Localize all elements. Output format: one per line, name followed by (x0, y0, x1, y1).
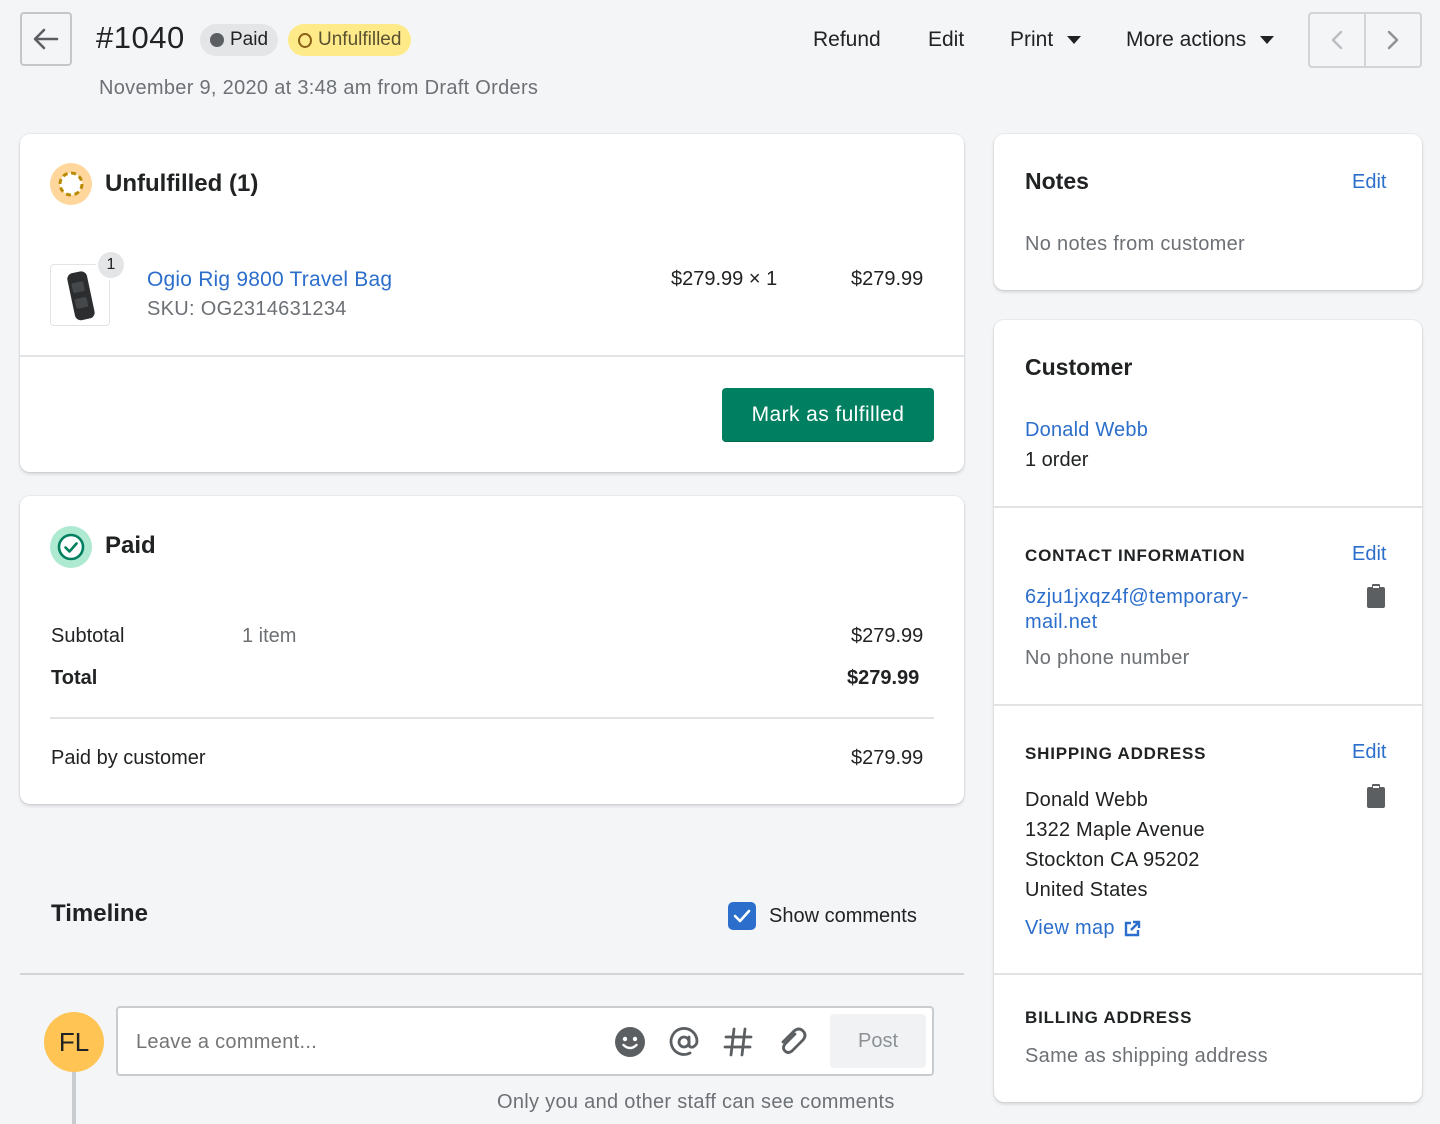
more-actions-label: More actions (1126, 28, 1247, 51)
timeline-line (72, 1070, 76, 1124)
payment-title: Paid (105, 532, 156, 559)
divider (20, 973, 964, 975)
staff-comment-note: Only you and other staff can see comment… (497, 1091, 895, 1113)
badge-label: Unfulfilled (318, 29, 402, 50)
divider (994, 973, 1422, 975)
customer-name-link[interactable]: Donald Webb (1025, 419, 1148, 442)
unit-price: $279.99 × 1 (671, 268, 778, 290)
quantity-badge: 1 (96, 250, 126, 280)
caret-down-icon (1067, 36, 1082, 44)
subtotal-label: Subtotal (51, 625, 125, 647)
chevron-left-icon (1331, 30, 1343, 50)
mention-icon[interactable] (668, 1026, 700, 1058)
edit-order-button[interactable]: Edit (928, 28, 964, 52)
travel-bag-icon (67, 271, 95, 321)
badge-label: Paid (230, 29, 269, 50)
notes-title: Notes (1025, 168, 1089, 194)
product-link[interactable]: Ogio Rig 9800 Travel Bag (147, 268, 392, 292)
filled-circle-icon (210, 33, 224, 47)
external-link-icon (1124, 920, 1141, 936)
avatar: FL (44, 1012, 104, 1072)
mark-as-fulfilled-button[interactable]: Mark as fulfilled (722, 388, 934, 442)
print-button[interactable]: Print (1010, 28, 1082, 52)
customer-title: Customer (1025, 354, 1133, 380)
print-label: Print (1010, 28, 1054, 51)
customer-email-link[interactable]: 6zju1jxqz4f@temporary- mail.net (1025, 585, 1249, 635)
next-order-button[interactable] (1366, 14, 1420, 66)
paid-by-label: Paid by customer (51, 747, 206, 769)
divider (20, 355, 964, 357)
shipping-address: Donald Webb 1322 Maple Avenue Stockton C… (1025, 785, 1205, 905)
paperclip-icon[interactable] (776, 1026, 808, 1058)
caret-down-icon (1260, 36, 1275, 44)
post-button[interactable]: Post (830, 1014, 926, 1068)
line-total: $279.99 (851, 268, 924, 290)
checkmark-icon (733, 909, 751, 923)
timeline-title: Timeline (51, 900, 148, 927)
email-line: 6zju1jxqz4f@temporary- (1025, 586, 1249, 608)
address-line: Donald Webb (1025, 789, 1149, 811)
check-circle-icon (57, 533, 85, 561)
shipping-edit-link[interactable]: Edit (1352, 741, 1386, 764)
subtotal-value: $279.99 (851, 625, 924, 647)
customer-order-count: 1 order (1025, 449, 1089, 471)
divider (994, 506, 1422, 508)
address-line: United States (1025, 879, 1148, 901)
status-badge-paid: Paid (200, 24, 279, 56)
order-date-source: November 9, 2020 at 3:48 am from Draft O… (99, 77, 539, 99)
refund-label: Refund (813, 28, 881, 51)
hashtag-icon[interactable] (722, 1026, 754, 1058)
paid-by-value: $279.99 (851, 747, 924, 769)
address-line: 1322 Maple Avenue (1025, 819, 1205, 841)
product-sku: SKU: OG2314631234 (147, 298, 347, 320)
empty-circle-icon (298, 32, 312, 48)
show-comments-label[interactable]: Show comments (769, 905, 917, 928)
contact-edit-link[interactable]: Edit (1352, 543, 1386, 566)
comment-input[interactable] (136, 1020, 596, 1064)
billing-address-heading: BILLING ADDRESS (1025, 1008, 1193, 1027)
divider (994, 704, 1422, 706)
edit-label: Edit (928, 28, 965, 51)
show-comments-checkbox[interactable] (728, 902, 756, 930)
customer-phone: No phone number (1025, 647, 1190, 669)
notes-edit-link[interactable]: Edit (1352, 171, 1386, 194)
unfulfilled-title: Unfulfilled (1) (105, 170, 259, 197)
total-label: Total (51, 667, 98, 689)
emoji-icon[interactable] (614, 1026, 646, 1058)
subtotal-items: 1 item (242, 625, 297, 647)
copy-email-button[interactable] (1367, 584, 1385, 614)
more-actions-button[interactable]: More actions (1126, 28, 1275, 52)
unfulfilled-status-icon (50, 163, 92, 205)
divider (50, 717, 934, 719)
shipping-address-heading: SHIPPING ADDRESS (1025, 744, 1207, 763)
status-badge-unfulfilled: Unfulfilled (288, 24, 412, 56)
notes-card (994, 134, 1422, 290)
view-map-label: View map (1025, 917, 1115, 939)
copy-address-button[interactable] (1367, 784, 1385, 814)
order-pager (1308, 12, 1422, 68)
clipboard-icon (1367, 784, 1385, 808)
chevron-right-icon (1387, 30, 1399, 50)
clipboard-icon (1367, 584, 1385, 608)
page-title: #1040 (96, 20, 185, 55)
notes-body: No notes from customer (1025, 233, 1246, 255)
arrow-left-icon (33, 28, 59, 50)
paid-status-icon (50, 526, 92, 568)
contact-info-heading: CONTACT INFORMATION (1025, 546, 1246, 565)
address-line: Stockton CA 95202 (1025, 849, 1200, 871)
email-line: mail.net (1025, 611, 1098, 633)
refund-button[interactable]: Refund (813, 28, 881, 52)
previous-order-button[interactable] (1310, 14, 1366, 66)
total-value: $279.99 (847, 667, 920, 689)
billing-address-body: Same as shipping address (1025, 1045, 1268, 1067)
view-map-link[interactable]: View map (1025, 917, 1141, 940)
comment-box: Post (116, 1006, 934, 1076)
back-button[interactable] (20, 12, 72, 66)
